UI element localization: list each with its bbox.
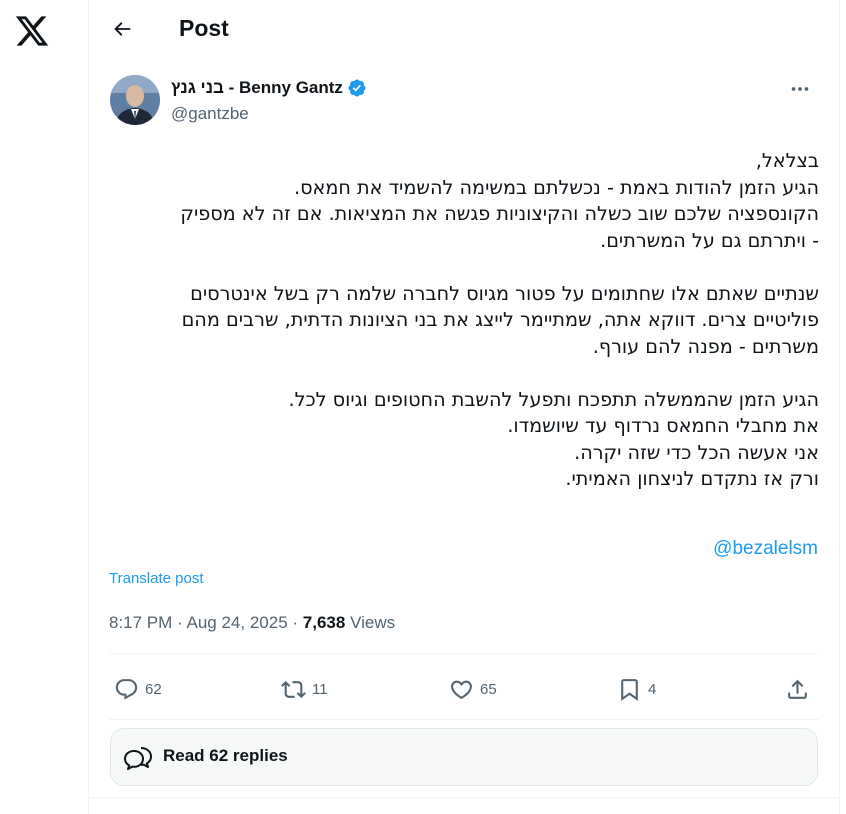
- post-line: אני אעשה הכל כדי שזה יקרה.: [574, 440, 819, 464]
- x-logo-icon[interactable]: [14, 13, 50, 49]
- bookmark-button[interactable]: 4: [617, 670, 656, 708]
- post-line: - ויתרתם גם על המשרתים.: [600, 228, 819, 252]
- author-name[interactable]: בני גנץ - Benny Gantz: [171, 78, 343, 98]
- page-title: Post: [179, 15, 229, 41]
- translate-post-link[interactable]: Translate post: [109, 570, 204, 587]
- avatar-image: [110, 75, 160, 125]
- mention-link[interactable]: @bezalelsm: [713, 538, 818, 560]
- bookmark-icon: [621, 678, 638, 701]
- repost-button[interactable]: 11: [281, 670, 328, 708]
- author-name-row[interactable]: בני גנץ - Benny Gantz: [171, 78, 367, 98]
- like-count: 65: [480, 680, 497, 698]
- repost-count: 11: [312, 680, 328, 698]
- views-label: Views: [350, 613, 396, 632]
- read-replies-button[interactable]: Read 62 replies: [110, 728, 818, 786]
- bookmark-count: 4: [648, 680, 657, 698]
- divider: [89, 797, 839, 798]
- post-line: שנתיים שאתם אלו שחתומים על פטור מגיוס לח…: [190, 281, 819, 305]
- left-navigation: [0, 0, 88, 814]
- share-button[interactable]: [785, 670, 810, 708]
- arrow-left-icon[interactable]: [111, 18, 133, 40]
- more-options-icon[interactable]: [789, 78, 811, 100]
- verified-badge-icon: [348, 79, 366, 97]
- post-time[interactable]: 8:17 PM: [109, 613, 172, 632]
- post-metadata: 8:17 PM · Aug 24, 2025 · 7,638 Views: [109, 613, 396, 632]
- post-text: בצלאל, הגיע הזמן להודות באמת - נכשלתם במ…: [107, 148, 819, 493]
- avatar[interactable]: [110, 75, 160, 125]
- post-line: את מחבלי החמאס נרדוף עד שיושמדו.: [507, 414, 819, 437]
- post-line: פוליטיים צרים. דווקא אתה, שמתיימר לייצג …: [181, 308, 819, 331]
- right-column: [839, 0, 846, 814]
- like-button[interactable]: 65: [449, 670, 497, 708]
- post-detail-column: Post בני גנץ - Benny Gantz @gantzbe בצלא…: [88, 0, 840, 814]
- speech-bubbles-icon: [124, 747, 152, 770]
- post-line: משרתים - מפנה להם עורף.: [592, 334, 819, 358]
- repost-icon: [281, 680, 306, 698]
- views-count: 7,638: [302, 613, 346, 632]
- post-line: ורק אז נתקדם לניצחון האמיתי.: [565, 467, 819, 490]
- heart-icon: [451, 680, 472, 699]
- post-line: הגיע הזמן להודות באמת - נכשלתם במשימה לה…: [293, 175, 819, 199]
- post-date[interactable]: Aug 24, 2025: [187, 613, 288, 632]
- divider: [109, 719, 819, 720]
- reply-icon: [115, 678, 138, 700]
- reply-button[interactable]: 62: [114, 670, 162, 708]
- post-line: בצלאל,: [755, 149, 819, 172]
- page-header: Post: [89, 0, 839, 58]
- reply-count: 62: [145, 680, 162, 698]
- post-line: הקונספציה שלכם שוב כשלה והקיצוניות פגשה …: [180, 202, 819, 225]
- post-line: הגיע הזמן שהממשלה תתפכח ותפעל להשבת החטו…: [288, 387, 819, 411]
- share-icon: [788, 679, 807, 699]
- action-bar: 62 11 65 4: [109, 670, 819, 708]
- divider: [109, 653, 819, 654]
- author-handle[interactable]: @gantzbe: [171, 104, 249, 124]
- read-replies-label: Read 62 replies: [163, 746, 288, 765]
